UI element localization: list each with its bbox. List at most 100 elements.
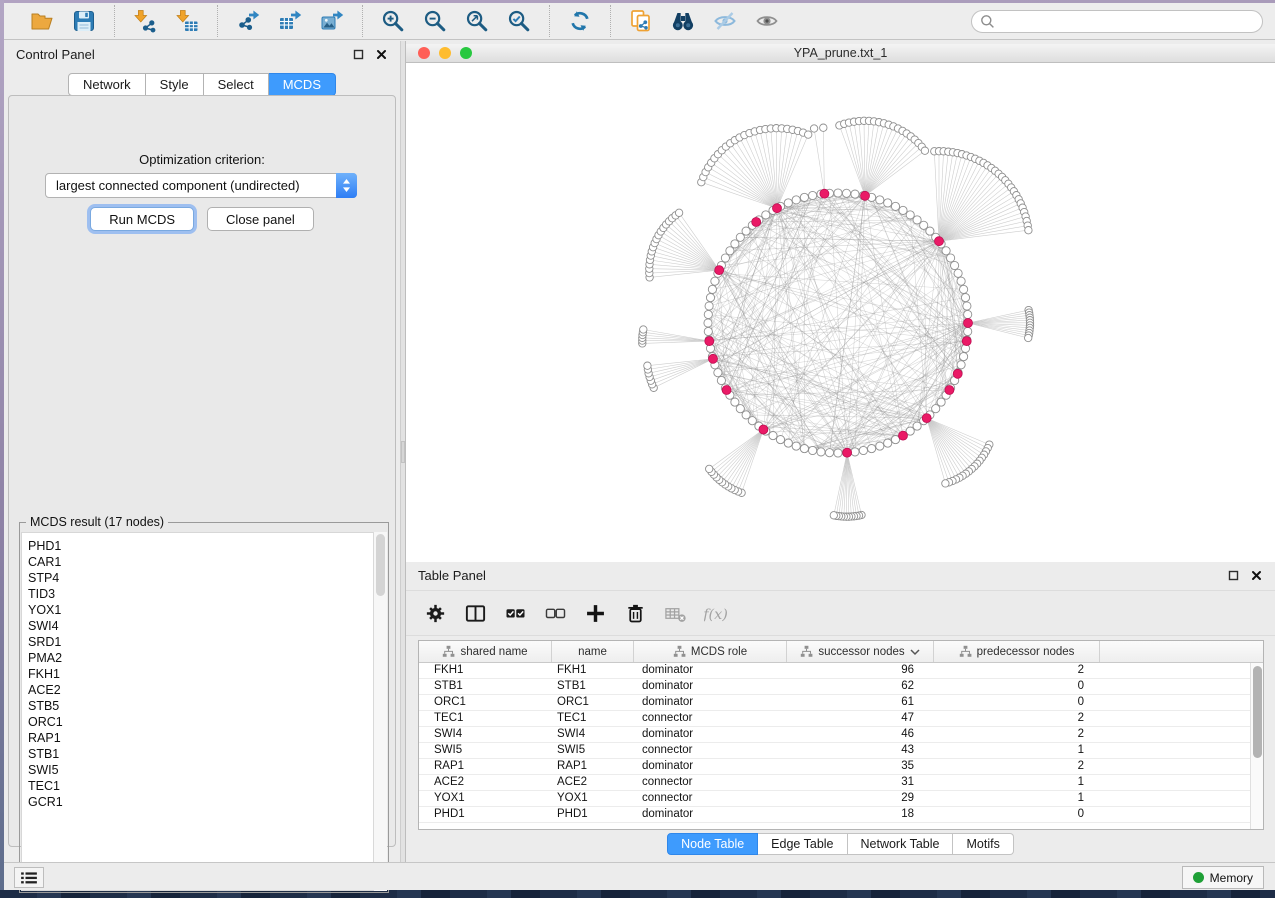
mcds-result-item[interactable]: TEC1 [22,778,386,794]
main-toolbar [4,3,1275,40]
export-network-icon[interactable] [235,8,261,34]
column-header-predecessor-nodes[interactable]: predecessor nodes [934,641,1100,662]
mcds-result-item[interactable]: STB1 [22,746,386,762]
close-panel-button[interactable]: Close panel [207,207,314,231]
export-table-icon[interactable] [277,8,303,34]
save-session-icon[interactable] [71,8,97,34]
close-panel-icon[interactable] [374,47,388,61]
tab-motifs[interactable]: Motifs [953,833,1013,855]
table-header-row: shared namenameMCDS rolesuccessor nodesp… [419,641,1263,663]
memory-button[interactable]: Memory [1182,866,1264,889]
float-table-panel-icon[interactable] [1226,568,1240,582]
table-cell: 0 [934,679,1100,694]
first-neighbors-icon[interactable] [670,8,696,34]
criterion-dropdown[interactable]: largest connected component (undirected) [45,173,357,198]
add-column-icon[interactable] [582,600,608,626]
import-network-icon[interactable] [132,8,158,34]
mcds-result-item[interactable]: ORC1 [22,714,386,730]
panel-menu-button[interactable] [14,867,44,888]
zoom-in-icon[interactable] [380,8,406,34]
mcds-result-item[interactable]: SRD1 [22,634,386,650]
table-cell: RAP1 [552,759,634,774]
mcds-result-item[interactable]: CAR1 [22,554,386,570]
maximize-window-icon[interactable] [460,47,472,59]
table-row[interactable]: PHD1PHD1dominator180 [419,807,1263,823]
table-row[interactable]: SWI4SWI4dominator462 [419,727,1263,743]
table-row[interactable]: ORC1ORC1dominator610 [419,695,1263,711]
table-row[interactable]: TEC1TEC1connector472 [419,711,1263,727]
tab-mcds[interactable]: MCDS [269,73,336,96]
refresh-layout-icon[interactable] [567,8,593,34]
tab-select[interactable]: Select [204,73,269,96]
toggle-panel-icon[interactable] [462,600,488,626]
close-table-panel-icon[interactable] [1249,568,1263,582]
search-icon [980,14,995,29]
table-cell: dominator [634,679,787,694]
tab-network-table[interactable]: Network Table [848,833,954,855]
tab-style[interactable]: Style [146,73,204,96]
minimize-window-icon[interactable] [439,47,451,59]
deselect-all-icon[interactable] [542,600,568,626]
select-all-icon[interactable] [502,600,528,626]
export-image-icon[interactable] [319,8,345,34]
network-window-title: YPA_prune.txt_1 [406,46,1275,60]
table-row[interactable]: FKH1FKH1dominator962 [419,663,1263,679]
table-cell: ACE2 [552,775,634,790]
table-cell: SWI5 [419,743,552,758]
mcds-result-item[interactable]: YOX1 [22,602,386,618]
tab-network[interactable]: Network [68,73,146,96]
table-tabs: Node TableEdge TableNetwork TableMotifs [406,833,1275,855]
copy-network-icon[interactable] [628,8,654,34]
import-table-icon[interactable] [174,8,200,34]
hide-selected-icon[interactable] [712,8,738,34]
open-file-icon[interactable] [29,8,55,34]
table-scrollbar-thumb[interactable] [1253,666,1262,758]
mcds-result-item[interactable]: PMA2 [22,650,386,666]
close-window-icon[interactable] [418,47,430,59]
network-graph [406,63,1275,562]
column-header-shared-name[interactable]: shared name [419,641,552,662]
mcds-list-scrollbar[interactable] [373,532,387,891]
table-cell: 2 [934,663,1100,678]
mcds-result-item[interactable]: SWI4 [22,618,386,634]
mcds-result-item[interactable]: FKH1 [22,666,386,682]
table-settings-icon[interactable] [422,600,448,626]
table-cell: dominator [634,807,787,822]
mcds-result-item[interactable]: RAP1 [22,730,386,746]
table-row[interactable]: YOX1YOX1connector291 [419,791,1263,807]
network-window-titlebar[interactable]: YPA_prune.txt_1 [406,44,1275,63]
table-row[interactable]: ACE2ACE2connector311 [419,775,1263,791]
zoom-selected-icon[interactable] [506,8,532,34]
table-scrollbar[interactable] [1250,663,1263,829]
zoom-fit-icon[interactable] [464,8,490,34]
mcds-result-item[interactable]: GCR1 [22,794,386,810]
delete-column-icon[interactable] [622,600,648,626]
mcds-result-item[interactable]: ACE2 [22,682,386,698]
zoom-out-icon[interactable] [422,8,448,34]
memory-status-icon [1193,872,1204,883]
tab-edge-table[interactable]: Edge Table [758,833,847,855]
column-header-name[interactable]: name [552,641,634,662]
show-all-icon[interactable] [754,8,780,34]
table-cell: 31 [787,775,934,790]
mcds-result-item[interactable]: STP4 [22,570,386,586]
table-row[interactable]: STB1STB1dominator620 [419,679,1263,695]
network-canvas[interactable] [406,63,1275,562]
mcds-result-item[interactable]: SWI5 [22,762,386,778]
splitter-handle-icon[interactable] [401,441,405,463]
table-row[interactable]: RAP1RAP1dominator352 [419,759,1263,775]
mcds-result-item[interactable]: TID3 [22,586,386,602]
table-row[interactable]: SWI5SWI5connector431 [419,743,1263,759]
float-panel-icon[interactable] [351,47,365,61]
mcds-result-item[interactable]: PHD1 [22,538,386,554]
table-cell: 96 [787,663,934,678]
run-mcds-button[interactable]: Run MCDS [90,207,194,231]
search-input[interactable] [971,10,1263,33]
tab-node-table[interactable]: Node Table [667,833,758,855]
column-header-successor-nodes[interactable]: successor nodes [787,641,934,662]
table-cell: 1 [934,791,1100,806]
control-panel: Control Panel NetworkStyleSelectMCDS Opt… [4,41,400,862]
column-header-MCDS-role[interactable]: MCDS role [634,641,787,662]
mcds-result-item[interactable]: STB5 [22,698,386,714]
control-panel-header: Control Panel [4,41,400,67]
